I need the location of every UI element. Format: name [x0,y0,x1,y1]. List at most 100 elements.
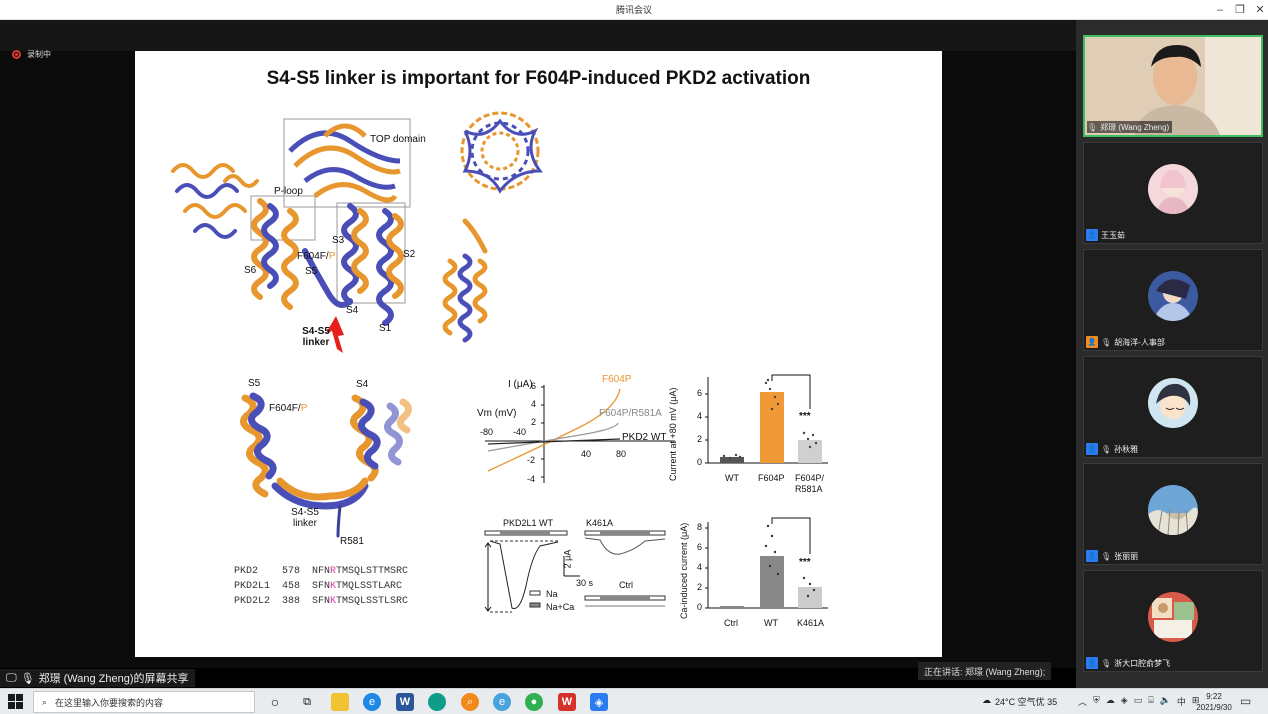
taskbar-search-input[interactable]: ⌕ 在这里输入你要搜索的内容 [33,691,255,713]
meeting-tray-icon[interactable]: ◈ [1121,695,1128,708]
system-tray: ︿ ⛨ ☁ ◈ ▭ ⌸ 🔈 中 ⊞ [1078,695,1199,708]
close-icon[interactable]: ✕ [1250,2,1268,18]
tray-expand-icon[interactable]: ︿ [1078,695,1087,708]
record-icon [12,50,21,59]
participant-tile[interactable]: 👤 王玉茹 [1083,142,1263,244]
speaking-indicator: 正在讲话: 郑璟 (Wang Zheng); [918,662,1052,680]
mic-icon: 🎙 [20,672,35,685]
bar1-category: R581A [795,484,823,494]
avatar [1148,485,1198,535]
label-s2: S2 [403,249,416,260]
zoom-label-s5: S5 [248,378,261,389]
zoomed-structure-image [240,392,412,538]
bar2-ytick: 6 [697,542,703,552]
sequence-row: PKD2L2 388 SFNKTMSQLSSTLSRC [234,596,409,607]
bar1-ytick: 0 [697,457,703,467]
search-app-icon[interactable]: ⌕ [461,693,479,711]
trace-title-wt: PKD2L1 WT [503,518,554,528]
participant-tile[interactable]: 👤 🎙 胡海洋-人事部 [1083,249,1263,351]
bar1-category: F604P [758,473,785,483]
participant-name-tag: 👤 🎙 胡海洋-人事部 [1086,336,1165,348]
participant-name-tag: 🎙 郑璟 (Wang Zheng) [1087,121,1173,133]
avatar [1148,271,1198,321]
label-s5: S5 [305,266,318,277]
tencent-meeting-icon[interactable]: ◈ [590,693,608,711]
bar2-ytick: 8 [697,522,703,532]
edge-icon[interactable] [428,693,446,711]
participant-tile[interactable]: 👤 🎙 张丽丽 [1083,463,1263,565]
participant-tile[interactable]: 👤 🎙 浙大口腔俞梦飞 [1083,570,1263,672]
scale-bar-y: 2 μA [562,549,573,569]
file-explorer-icon[interactable] [331,693,349,711]
bar1-category: WT [725,473,739,483]
recording-label: 录制中 [27,50,51,59]
bar2-significance: *** [799,557,811,568]
iv-xtick: -80 [480,427,494,437]
title-bar: 腾讯会议 – ❐ ✕ [0,0,1268,20]
zoom-label-r581: R581 [340,536,364,547]
avatar [1148,164,1198,214]
wps-icon[interactable]: W [558,693,576,711]
iv-ytick: -2 [527,455,536,465]
network-icon[interactable]: ⌸ [1148,695,1153,708]
cloud-tray-icon[interactable]: ☁ [1106,695,1115,708]
minimize-icon[interactable]: – [1210,2,1230,18]
participant-name: 张丽丽 [1114,551,1139,561]
iv-ytick: -4 [527,474,536,484]
task-view-icon[interactable]: ⧉ [298,693,316,711]
battery-icon[interactable]: ▭ [1134,695,1143,708]
cloud-icon: ☁ [982,695,991,705]
bar1-ytick: 6 [697,388,703,398]
zoom-label-s4: S4 [356,379,369,390]
ime-indicator[interactable]: 中 [1177,695,1186,708]
clock-time: 9:22 [1206,692,1222,701]
restore-icon[interactable]: ❐ [1230,2,1250,18]
participant-name: 王玉茹 [1101,230,1125,240]
bar2-ytick: 4 [697,562,703,572]
bar1-ylabel: Current at +80 mV (μA) [668,387,678,481]
notification-icon[interactable]: ▭ [1240,694,1251,708]
word-icon[interactable]: W [396,693,414,711]
clock-date: 2021/9/30 [1196,703,1232,712]
participant-tile[interactable]: 🎙 郑璟 (Wang Zheng) [1083,35,1263,137]
mic-icon: 🎙 [1101,444,1112,454]
label-s3: S3 [332,235,345,246]
participant-name: 郑璟 (Wang Zheng) [1100,122,1170,132]
taskbar-clock[interactable]: 9:22 2021/9/30 [1194,691,1234,713]
zoom-label-f604: F604F/P [269,403,308,414]
volume-icon[interactable]: 🔈 [1160,695,1171,708]
iv-xtick: -40 [513,427,527,437]
label-s6: S6 [244,265,257,276]
screen-share-caption[interactable]: 🖵 🎙 郑璟 (Wang Zheng)的屏幕共享 [0,669,195,687]
participant-name-tag: 👤 王玉茹 [1086,229,1125,241]
user-icon: 👤 [1086,550,1098,562]
windows-start-icon[interactable] [8,694,24,710]
label-s1: S1 [379,323,392,334]
cortana-icon[interactable]: ○ [266,693,284,711]
share-caption-text: 郑璟 (Wang Zheng)的屏幕共享 [38,673,189,685]
bar1-ytick: 2 [697,434,703,444]
sequence-row: PKD2 578 NFNRTMSQLSTTMSRC [234,566,409,577]
meeting-top-strip [0,20,1076,51]
iv-trace-f604p-r581a: F604P/R581A [599,408,662,419]
participant-name: 孙秋雅 [1114,444,1139,454]
zoom-label-linker: S4-S5 linker [291,507,319,529]
label-f604: F604F/P [297,251,336,262]
mic-icon: 🎙 [1101,551,1112,561]
weather-widget[interactable]: ☁ 24°C 空气优 35 [982,695,1057,708]
ie-icon[interactable]: e [493,693,511,711]
avatar [1148,378,1198,428]
edge-legacy-icon[interactable]: e [363,693,381,711]
recording-indicator[interactable]: 录制中 [12,49,51,60]
wechat-icon[interactable]: ● [525,693,543,711]
screen-share-icon: 🖵 [6,671,17,684]
antivirus-icon[interactable]: ⛨ [1093,695,1100,708]
label-s4: S4 [346,305,359,316]
participant-name-tag: 👤 🎙 孙秋雅 [1086,443,1138,455]
avatar [1148,592,1198,642]
mic-icon: 🎙 [1101,658,1112,668]
participant-tile[interactable]: 👤 🎙 孙秋雅 [1083,356,1263,458]
participant-name: 胡海洋-人事部 [1114,337,1165,347]
user-icon: 👤 [1086,657,1098,669]
user-icon: 👤 [1086,229,1098,241]
